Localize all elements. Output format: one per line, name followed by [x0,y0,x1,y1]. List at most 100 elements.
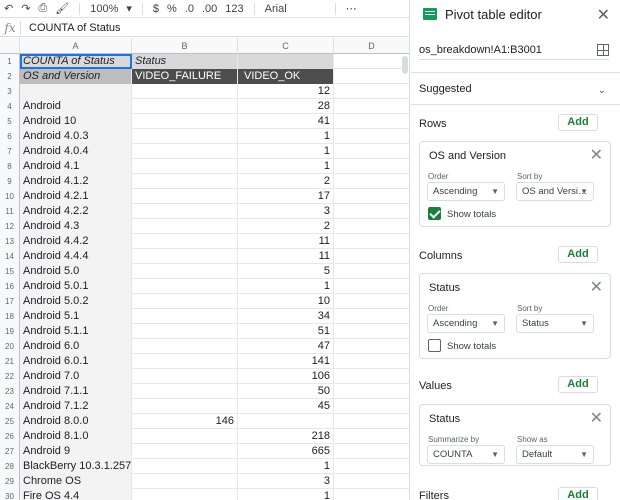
row-number[interactable]: 29 [0,474,20,489]
row-number[interactable]: 23 [0,384,20,399]
cell-a[interactable]: OS and Version [20,69,132,84]
cell-a[interactable]: Android 10 [20,114,132,129]
add-row-button[interactable]: Add [558,114,598,131]
cell-b[interactable] [132,234,238,249]
close-icon[interactable]: ✕ [597,5,610,25]
sort-by-dropdown[interactable]: Status ▼ [516,314,594,333]
cell-a[interactable]: Android 8.1.0 [20,429,132,444]
cell-b[interactable] [132,294,238,309]
cell-b[interactable] [132,114,238,129]
cell-c[interactable]: 1 [238,144,334,159]
formula-input[interactable]: COUNTA of Status [29,22,121,34]
cell-b[interactable] [132,219,238,234]
percent-format-button[interactable]: % [167,3,177,15]
cell-d[interactable] [334,144,409,159]
cell-c[interactable]: 665 [238,444,334,459]
more-options-icon[interactable]: ⋯ [346,2,357,15]
cell-c[interactable]: 3 [238,204,334,219]
cell-c[interactable] [238,414,334,429]
show-totals-checkbox[interactable] [428,339,441,352]
paint-format-icon[interactable]: 🖌 [55,2,69,15]
cell-a[interactable]: BlackBerry 10.3.1.2576 [20,459,132,474]
cell-d[interactable] [334,459,409,474]
cell-a[interactable]: Android 5.0.2 [20,294,132,309]
close-icon[interactable]: ✕ [590,277,603,297]
cell-d[interactable] [334,279,409,294]
cell-b[interactable] [132,324,238,339]
cell-d[interactable] [334,309,409,324]
cell-b[interactable]: 146 [132,414,238,429]
row-number[interactable]: 11 [0,204,20,219]
cell-a[interactable]: Android 5.1 [20,309,132,324]
cell-c[interactable]: 218 [238,429,334,444]
cell-d[interactable] [334,414,409,429]
cell-b[interactable] [132,384,238,399]
cell-b[interactable] [132,279,238,294]
row-number[interactable]: 12 [0,219,20,234]
cell-d[interactable] [334,204,409,219]
cell-b[interactable] [132,84,238,99]
chevron-down-icon[interactable]: ▾ [126,2,132,15]
cell-c[interactable]: 106 [238,369,334,384]
close-icon[interactable]: ✕ [590,145,603,165]
cell-a[interactable]: Fire OS 4.4 [20,489,132,500]
cell-b[interactable] [132,159,238,174]
row-number[interactable]: 30 [0,489,20,500]
cell-c[interactable]: 1 [238,159,334,174]
cell-c[interactable]: 2 [238,174,334,189]
cell-d[interactable] [334,249,409,264]
cell-d[interactable] [334,384,409,399]
row-number[interactable]: 4 [0,99,20,114]
print-icon[interactable]: ⎙ [38,2,47,15]
cell-b[interactable]: VIDEO_FAILURE [132,69,238,84]
increase-decimal-button[interactable]: .00 [202,3,217,15]
row-number[interactable]: 21 [0,354,20,369]
cell-b[interactable] [132,444,238,459]
undo-icon[interactable]: ↶ [4,2,13,15]
data-range-field[interactable]: os_breakdown!A1:B3001 [419,40,609,60]
grid-corner[interactable] [0,38,20,54]
row-number[interactable]: 8 [0,159,20,174]
cell-c[interactable]: 1 [238,459,334,474]
column-header-c[interactable]: C [238,38,334,54]
cell-c[interactable]: 45 [238,399,334,414]
order-dropdown[interactable]: Ascending ▼ [427,182,505,201]
column-header-a[interactable]: A [20,38,132,54]
row-number[interactable]: 25 [0,414,20,429]
cell-c[interactable]: VIDEO_OK [238,69,334,84]
chevron-down-icon[interactable]: ⌄ [598,85,606,96]
cell-d[interactable] [334,399,409,414]
row-number[interactable]: 6 [0,129,20,144]
cell-a[interactable]: Chrome OS [20,474,132,489]
row-number[interactable]: 20 [0,339,20,354]
show-as-dropdown[interactable]: Default ▼ [516,445,594,464]
cell-d[interactable] [334,294,409,309]
row-number[interactable]: 27 [0,444,20,459]
row-number[interactable]: 5 [0,114,20,129]
cell-d[interactable] [334,369,409,384]
vertical-scrollbar[interactable] [402,56,408,74]
cell-d[interactable] [334,474,409,489]
cell-d[interactable] [334,234,409,249]
row-number[interactable]: 13 [0,234,20,249]
cell-d[interactable] [334,429,409,444]
cell-b[interactable] [132,429,238,444]
column-header-d[interactable]: D [334,38,409,54]
add-filter-button[interactable]: Add [558,487,598,500]
row-number[interactable]: 16 [0,279,20,294]
row-number[interactable]: 10 [0,189,20,204]
row-number[interactable]: 2 [0,69,20,84]
cell-a[interactable]: Android 6.0 [20,339,132,354]
cell-a[interactable]: Android 7.1.1 [20,384,132,399]
cell-c[interactable]: 2 [238,219,334,234]
cell-a[interactable]: Android 9 [20,444,132,459]
cell-a[interactable]: Android 7.1.2 [20,399,132,414]
cell-c[interactable]: 41 [238,114,334,129]
row-number[interactable]: 9 [0,174,20,189]
cell-c[interactable]: 141 [238,354,334,369]
row-number[interactable]: 22 [0,369,20,384]
cell-a[interactable]: Android 5.1.1 [20,324,132,339]
cell-c[interactable]: 1 [238,129,334,144]
cell-b[interactable] [132,369,238,384]
cell-a[interactable]: Android 8.0.0 [20,414,132,429]
